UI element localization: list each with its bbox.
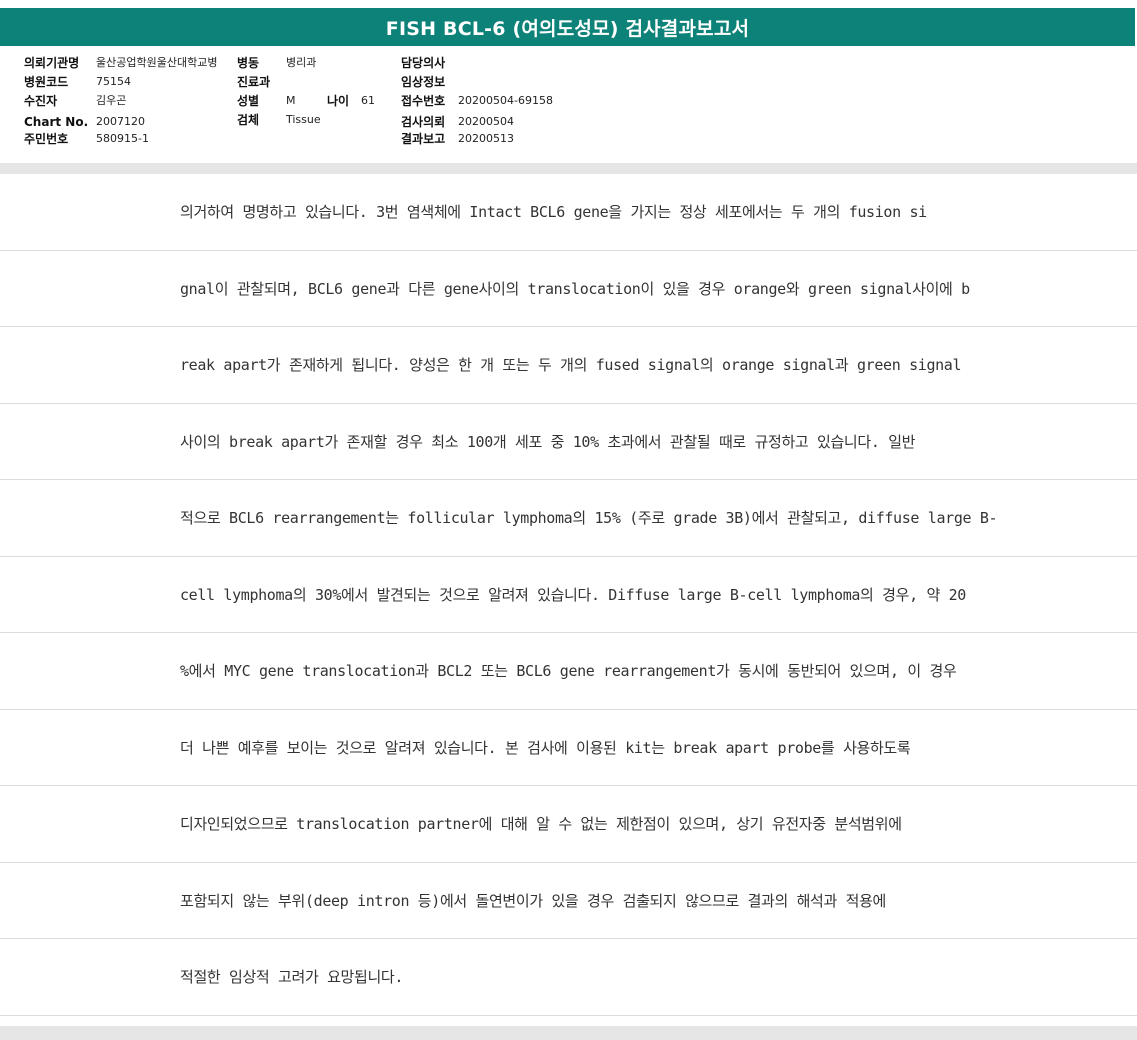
body-line-text: %에서 MYC gene translocation과 BCL2 또는 BCL6… bbox=[180, 662, 957, 681]
body-line-text: 디자인되었으므로 translocation partner에 대해 알 수 없… bbox=[180, 815, 902, 834]
report-title: FISH BCL-6 (여의도성모) 검사결과보고서 bbox=[0, 8, 1135, 46]
body-line-text: gnal이 관찰되며, BCL6 gene과 다른 gene사이의 transl… bbox=[180, 279, 970, 298]
body-line-text: 적으로 BCL6 rearrangement는 follicular lymph… bbox=[180, 509, 998, 528]
body-line-text: 더 나쁜 예후를 보이는 것으로 알려져 있습니다. 본 검사에 이용된 kit… bbox=[180, 738, 911, 757]
report-header: 의뢰기관명 울산공업학원울산대학교병 병동 병리과 담당의사 병원코드 7515… bbox=[0, 46, 1137, 164]
body-line: gnal이 관찰되며, BCL6 gene과 다른 gene사이의 transl… bbox=[0, 251, 1137, 327]
doctor-label: 담당의사 bbox=[401, 56, 446, 70]
body-line: 포함되지 않는 부위(deep intron 등)에서 돌연변이가 있을 경우 … bbox=[0, 863, 1137, 939]
institution-value: 울산공업학원울산대학교병 bbox=[96, 56, 218, 69]
department-label: 진료과 bbox=[237, 75, 271, 89]
body-line: reak apart가 존재하게 됩니다. 양성은 한 개 또는 두 개의 fu… bbox=[0, 327, 1137, 404]
sex-value: M bbox=[286, 94, 296, 107]
body-line: 디자인되었으므로 translocation partner에 대해 알 수 없… bbox=[0, 786, 1137, 863]
report-body: 의거하여 명명하고 있습니다. 3번 염색체에 Intact BCL6 gene… bbox=[0, 174, 1137, 1016]
id-label: 주민번호 bbox=[24, 132, 69, 146]
id-value: 580915-1 bbox=[96, 132, 149, 145]
body-line: 더 나쁜 예후를 보이는 것으로 알려져 있습니다. 본 검사에 이용된 kit… bbox=[0, 710, 1137, 786]
body-line: %에서 MYC gene translocation과 BCL2 또는 BCL6… bbox=[0, 633, 1137, 710]
hospital-code-value: 75154 bbox=[96, 75, 131, 88]
specimen-label: 검체 bbox=[237, 113, 260, 127]
sex-label: 성별 bbox=[237, 94, 260, 108]
request-label: 검사의뢰 bbox=[401, 115, 446, 129]
header-divider bbox=[0, 163, 1137, 174]
body-line-text: reak apart가 존재하게 됩니다. 양성은 한 개 또는 두 개의 fu… bbox=[180, 356, 962, 375]
body-line: 의거하여 명명하고 있습니다. 3번 염색체에 Intact BCL6 gene… bbox=[0, 174, 1137, 251]
body-line-text: 의거하여 명명하고 있습니다. 3번 염색체에 Intact BCL6 gene… bbox=[180, 203, 927, 222]
request-value: 20200504 bbox=[458, 115, 514, 128]
hospital-code-label: 병원코드 bbox=[24, 75, 69, 89]
institution-label: 의뢰기관명 bbox=[24, 56, 80, 70]
result-label: 결과보고 bbox=[401, 132, 446, 146]
result-value: 20200513 bbox=[458, 132, 514, 145]
ward-label: 병동 bbox=[237, 56, 260, 70]
chart-value: 2007120 bbox=[96, 115, 145, 128]
ward-value: 병리과 bbox=[286, 56, 317, 69]
body-line: 사이의 break apart가 존재할 경우 최소 100개 세포 중 10%… bbox=[0, 404, 1137, 480]
footer-strip bbox=[0, 1026, 1137, 1040]
body-line-text: cell lymphoma의 30%에서 발견되는 것으로 알려져 있습니다. … bbox=[180, 585, 966, 604]
clinical-info-label: 임상정보 bbox=[401, 75, 446, 89]
body-line-text: 사이의 break apart가 존재할 경우 최소 100개 세포 중 10%… bbox=[180, 432, 916, 451]
chart-label: Chart No. bbox=[24, 115, 89, 129]
age-label: 나이 bbox=[327, 94, 350, 108]
body-line: cell lymphoma의 30%에서 발견되는 것으로 알려져 있습니다. … bbox=[0, 557, 1137, 633]
age-value: 61 bbox=[361, 94, 375, 107]
body-line: 적절한 임상적 고려가 요망됩니다. bbox=[0, 939, 1137, 1016]
receipt-value: 20200504-69158 bbox=[458, 94, 553, 107]
patient-label: 수진자 bbox=[24, 94, 58, 108]
body-line-text: 적절한 임상적 고려가 요망됩니다. bbox=[180, 968, 404, 987]
specimen-value: Tissue bbox=[286, 113, 321, 126]
receipt-label: 접수번호 bbox=[401, 94, 446, 108]
body-line-text: 포함되지 않는 부위(deep intron 등)에서 돌연변이가 있을 경우 … bbox=[180, 891, 886, 910]
body-line: 적으로 BCL6 rearrangement는 follicular lymph… bbox=[0, 480, 1137, 557]
patient-value: 김우곤 bbox=[96, 94, 127, 107]
